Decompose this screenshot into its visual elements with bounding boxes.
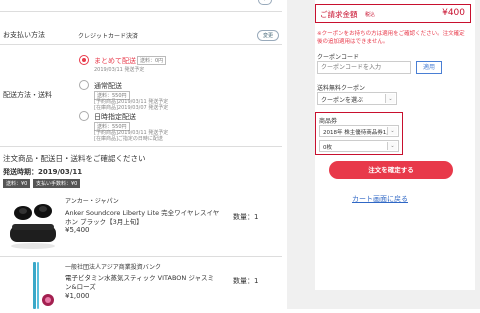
chevron-down-icon: ⌄ — [387, 142, 397, 150]
shipping-note: 2019/03/11 発送予定 — [94, 67, 145, 73]
submit-order-button[interactable]: 注文を確定する — [329, 161, 453, 179]
shipping-radio-datetime[interactable] — [79, 111, 89, 121]
shipping-radio-bundle[interactable] — [79, 55, 89, 65]
top-change-button[interactable]: › — [258, 0, 272, 5]
item-brand: 一般社団法人アジア商業投資バンク — [65, 264, 162, 271]
payment-label: お支払い方法 — [3, 31, 45, 39]
confirm-heading: 注文商品・配送日・送料をご確認ください — [3, 154, 146, 163]
divider — [0, 11, 282, 12]
item-price: ¥1,000 — [65, 292, 90, 300]
coupon-apply-button[interactable]: 適用 — [416, 61, 442, 74]
fee-badge: 送料：¥0 — [3, 179, 31, 188]
shipping-label: 配送方法・送料 — [3, 91, 52, 99]
product-image-stick[interactable] — [28, 262, 58, 309]
divider — [0, 44, 282, 45]
shipping-radio-normal[interactable] — [79, 80, 89, 90]
gift-card-qty-select[interactable]: 0枚 ⌄ — [319, 140, 399, 152]
payment-change-button[interactable]: 変更 — [257, 30, 280, 41]
total-box: ご請求金額 税込 ¥400 — [315, 4, 471, 23]
ship-date: 発送時期：2019/03/11 — [3, 168, 83, 176]
product-image-earbuds[interactable] — [6, 196, 60, 252]
free-shipping-coupon-select[interactable]: クーポンを選ぶ ⌄ — [317, 92, 397, 105]
select-value: 0枚 — [323, 145, 332, 151]
item-name-line2: ン&ローズ — [65, 283, 96, 291]
item-name-line2: ホン ブラック【3月上旬】 — [65, 218, 143, 226]
select-value: 2018年 株主優待商品券1,0 — [323, 130, 392, 136]
select-value: クーポンを選ぶ — [321, 97, 364, 104]
order-details-panel: › お支払い方法 クレジットカード決済 変更 配送方法・送料 まとめて配送 送料… — [0, 0, 287, 309]
item-price: ¥5,400 — [65, 226, 90, 234]
gift-card-label: 商品券 — [319, 118, 338, 125]
handling-badge: 支払い手数料：¥0 — [33, 179, 81, 188]
total-value: ¥400 — [442, 8, 465, 18]
item-quantity: 数量：1 — [233, 277, 259, 285]
chevron-down-icon: ⌄ — [385, 94, 395, 103]
coupon-warning: ※クーポンをお持ちの方は適用をご確認ください。注文確定後の追加適用はできません。 — [317, 31, 465, 45]
free-shipping-coupon-label: 送料無料クーポン — [317, 85, 366, 92]
coupon-code-label: クーポンコード — [317, 54, 360, 61]
order-summary-sidebar: ご請求金額 税込 ¥400 ※クーポンをお持ちの方は適用をご確認ください。注文確… — [287, 0, 480, 309]
gift-card-box: 商品券 2018年 株主優待商品券1,0 ⌄ 0枚 ⌄ — [315, 112, 403, 155]
item-brand: アンカー・ジャパン — [65, 198, 119, 205]
coupon-code-input[interactable] — [317, 61, 411, 74]
divider — [0, 256, 282, 257]
shipping-option-name: 通常配送 — [94, 82, 122, 90]
chevron-down-icon: ⌄ — [387, 127, 397, 135]
gift-card-select[interactable]: 2018年 株主優待商品券1,0 ⌄ — [319, 125, 399, 137]
item-quantity: 数量：1 — [233, 213, 259, 221]
shipping-option-name: 日時指定配送 — [94, 113, 136, 121]
shipping-fee-tag: 送料：0円 — [137, 56, 167, 65]
divider — [0, 146, 282, 147]
back-to-cart-link[interactable]: カート画面に戻る — [352, 194, 408, 204]
tax-label: 税込 — [365, 12, 376, 18]
total-label: ご請求金額 — [320, 10, 358, 19]
shipping-option-name: まとめて配送 — [94, 57, 136, 65]
payment-method: クレジットカード決済 — [78, 33, 139, 40]
shipping-note: [在庫商品]2019/03/07 発送予定 — [94, 105, 169, 111]
shipping-note: [在庫商品]ご指定の日時に配送 — [94, 136, 163, 142]
